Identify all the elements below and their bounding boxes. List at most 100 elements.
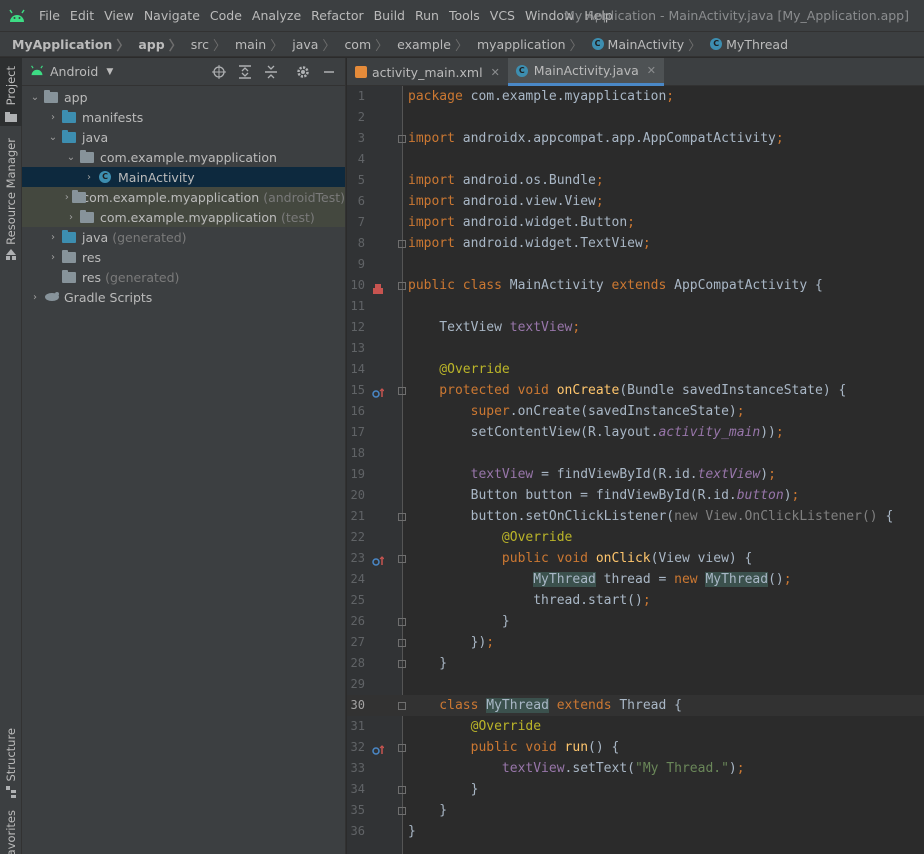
fold-marker-icon[interactable] — [398, 282, 406, 290]
code-line[interactable]: 20 Button button = findViewById(R.id.but… — [347, 485, 924, 506]
code-line[interactable]: 1 package com.example.myapplication; — [347, 86, 924, 107]
code-line[interactable]: 17 setContentView(R.layout.activity_main… — [347, 422, 924, 443]
menu-view[interactable]: View — [99, 0, 139, 31]
code-line[interactable]: 7 import android.widget.Button; — [347, 212, 924, 233]
tree-item-res-generated[interactable]: res (generated) — [22, 267, 345, 287]
breadcrumb-item-module[interactable]: app 〉 — [132, 35, 184, 54]
fold-marker-icon[interactable] — [398, 702, 406, 710]
code-line[interactable]: 24 MyThread thread = new MyThread(); — [347, 569, 924, 590]
code-line[interactable]: 25 thread.start(); — [347, 590, 924, 611]
fold-marker-icon[interactable] — [398, 807, 406, 815]
breadcrumb-item-mainactivity[interactable]: C MainActivity 〉 — [586, 35, 705, 54]
tool-tab-favorites[interactable]: Favorites — [0, 810, 22, 854]
class-hierarchy-icon[interactable] — [372, 280, 383, 294]
menu-edit[interactable]: Edit — [65, 0, 99, 31]
code-line[interactable]: 27 }); — [347, 632, 924, 653]
code-line[interactable]: 9 — [347, 254, 924, 275]
fold-marker-icon[interactable] — [398, 744, 406, 752]
code-area[interactable]: 1 package com.example.myapplication; 2 3 imp… — [347, 86, 924, 854]
code-line[interactable]: 11 — [347, 296, 924, 317]
breadcrumb-item-main[interactable]: main 〉 — [229, 35, 286, 54]
tool-tab-resource-manager[interactable]: Resource Manager — [0, 138, 22, 264]
breadcrumb-item-com[interactable]: com 〉 — [338, 35, 391, 54]
fold-marker-icon[interactable] — [398, 513, 406, 521]
fold-marker-icon[interactable] — [398, 555, 406, 563]
project-view-select[interactable]: Android ▼ — [30, 64, 113, 79]
code-line[interactable]: 3 import androidx.appcompat.app.AppCompat… — [347, 128, 924, 149]
breadcrumb-item-example[interactable]: example 〉 — [391, 35, 471, 54]
code-line[interactable]: 13 — [347, 338, 924, 359]
tree-item-res[interactable]: › res — [22, 247, 345, 267]
tool-tab-structure[interactable]: Structure — [0, 728, 22, 801]
code-line[interactable]: 2 — [347, 107, 924, 128]
code-line[interactable]: 23 public void onClick(View view) { — [347, 548, 924, 569]
override-method-icon[interactable] — [372, 553, 385, 566]
menu-analyze[interactable]: Analyze — [247, 0, 306, 31]
editor-tab-activity-main[interactable]: activity_main.xml ✕ — [347, 58, 508, 86]
tree-item-java-generated[interactable]: › java (generated) — [22, 227, 345, 247]
code-line[interactable]: 16 super.onCreate(savedInstanceState); — [347, 401, 924, 422]
breadcrumb-item-src[interactable]: src 〉 — [185, 35, 229, 54]
code-line[interactable]: 12 TextView textView; — [347, 317, 924, 338]
code-line[interactable]: 32 public void run() { — [347, 737, 924, 758]
tree-item-app[interactable]: ⌄ app — [22, 87, 345, 107]
code-line[interactable]: 29 — [347, 674, 924, 695]
close-icon[interactable]: ✕ — [647, 64, 656, 77]
collapse-all-icon[interactable] — [261, 62, 281, 82]
tree-item-manifests[interactable]: › manifests — [22, 107, 345, 127]
code-line[interactable]: 28 } — [347, 653, 924, 674]
code-line[interactable]: 14 @Override — [347, 359, 924, 380]
code-line[interactable]: 18 — [347, 443, 924, 464]
menu-refactor[interactable]: Refactor — [306, 0, 368, 31]
menu-vcs[interactable]: VCS — [485, 0, 520, 31]
code-line[interactable]: 36} — [347, 821, 924, 842]
fold-marker-icon[interactable] — [398, 387, 406, 395]
breadcrumb-item-java[interactable]: java 〉 — [286, 35, 338, 54]
code-line[interactable]: 31 @Override — [347, 716, 924, 737]
close-icon[interactable]: ✕ — [491, 66, 500, 79]
code-line[interactable]: 34 } — [347, 779, 924, 800]
code-line[interactable]: 30 class MyThread extends Thread { — [347, 695, 924, 716]
menu-navigate[interactable]: Navigate — [139, 0, 205, 31]
breadcrumb-item-project[interactable]: MyApplication 〉 — [6, 35, 132, 54]
gear-icon[interactable] — [293, 62, 313, 82]
tree-item-java[interactable]: ⌄ java — [22, 127, 345, 147]
breadcrumb-item-myapplication[interactable]: myapplication 〉 — [471, 35, 586, 54]
code-line[interactable]: 8 import android.widget.TextView; — [347, 233, 924, 254]
fold-marker-icon[interactable] — [398, 660, 406, 668]
code-line[interactable]: 22 @Override — [347, 527, 924, 548]
tree-item-package[interactable]: ⌄ com.example.myapplication — [22, 147, 345, 167]
fold-marker-icon[interactable] — [398, 135, 406, 143]
fold-marker-icon[interactable] — [398, 639, 406, 647]
fold-marker-icon[interactable] — [398, 618, 406, 626]
minimize-icon[interactable] — [319, 62, 339, 82]
code-line[interactable]: 35 } — [347, 800, 924, 821]
fold-marker-icon[interactable] — [398, 240, 406, 248]
menu-file[interactable]: File — [34, 0, 65, 31]
menu-build[interactable]: Build — [369, 0, 410, 31]
code-line[interactable]: 19 textView = findViewById(R.id.textView… — [347, 464, 924, 485]
tool-tab-project[interactable]: Project — [0, 58, 22, 126]
fold-marker-icon[interactable] — [398, 786, 406, 794]
breadcrumb-item-mythread[interactable]: C MyThread — [704, 37, 791, 52]
menu-run[interactable]: Run — [410, 0, 444, 31]
code-line[interactable]: 6 import android.view.View; — [347, 191, 924, 212]
override-method-icon[interactable] — [372, 385, 385, 398]
menu-code[interactable]: Code — [205, 0, 247, 31]
locate-icon[interactable] — [209, 62, 229, 82]
menu-tools[interactable]: Tools — [444, 0, 485, 31]
code-line[interactable]: 5 import android.os.Bundle; — [347, 170, 924, 191]
code-line[interactable]: 10 public class MainActivity extends AppC… — [347, 275, 924, 296]
code-line[interactable]: 4 — [347, 149, 924, 170]
override-method-icon[interactable] — [372, 742, 385, 755]
tree-item-gradle-scripts[interactable]: › Gradle Scripts — [22, 287, 345, 307]
tree-item-mainactivity[interactable]: › C MainActivity — [22, 167, 345, 187]
code-line[interactable]: 26 } — [347, 611, 924, 632]
editor-tab-mainactivity[interactable]: C MainActivity.java ✕ — [507, 58, 664, 86]
expand-all-icon[interactable] — [235, 62, 255, 82]
code-line[interactable]: 15 protected void onCreate(Bundle savedI… — [347, 380, 924, 401]
code-line[interactable]: 33 textView.setText("My Thread."); — [347, 758, 924, 779]
tree-item-package-androidtest[interactable]: › com.example.myapplication (androidTest… — [22, 187, 345, 207]
tree-item-package-test[interactable]: › com.example.myapplication (test) — [22, 207, 345, 227]
code-line[interactable]: 21 button.setOnClickListener(new View.On… — [347, 506, 924, 527]
